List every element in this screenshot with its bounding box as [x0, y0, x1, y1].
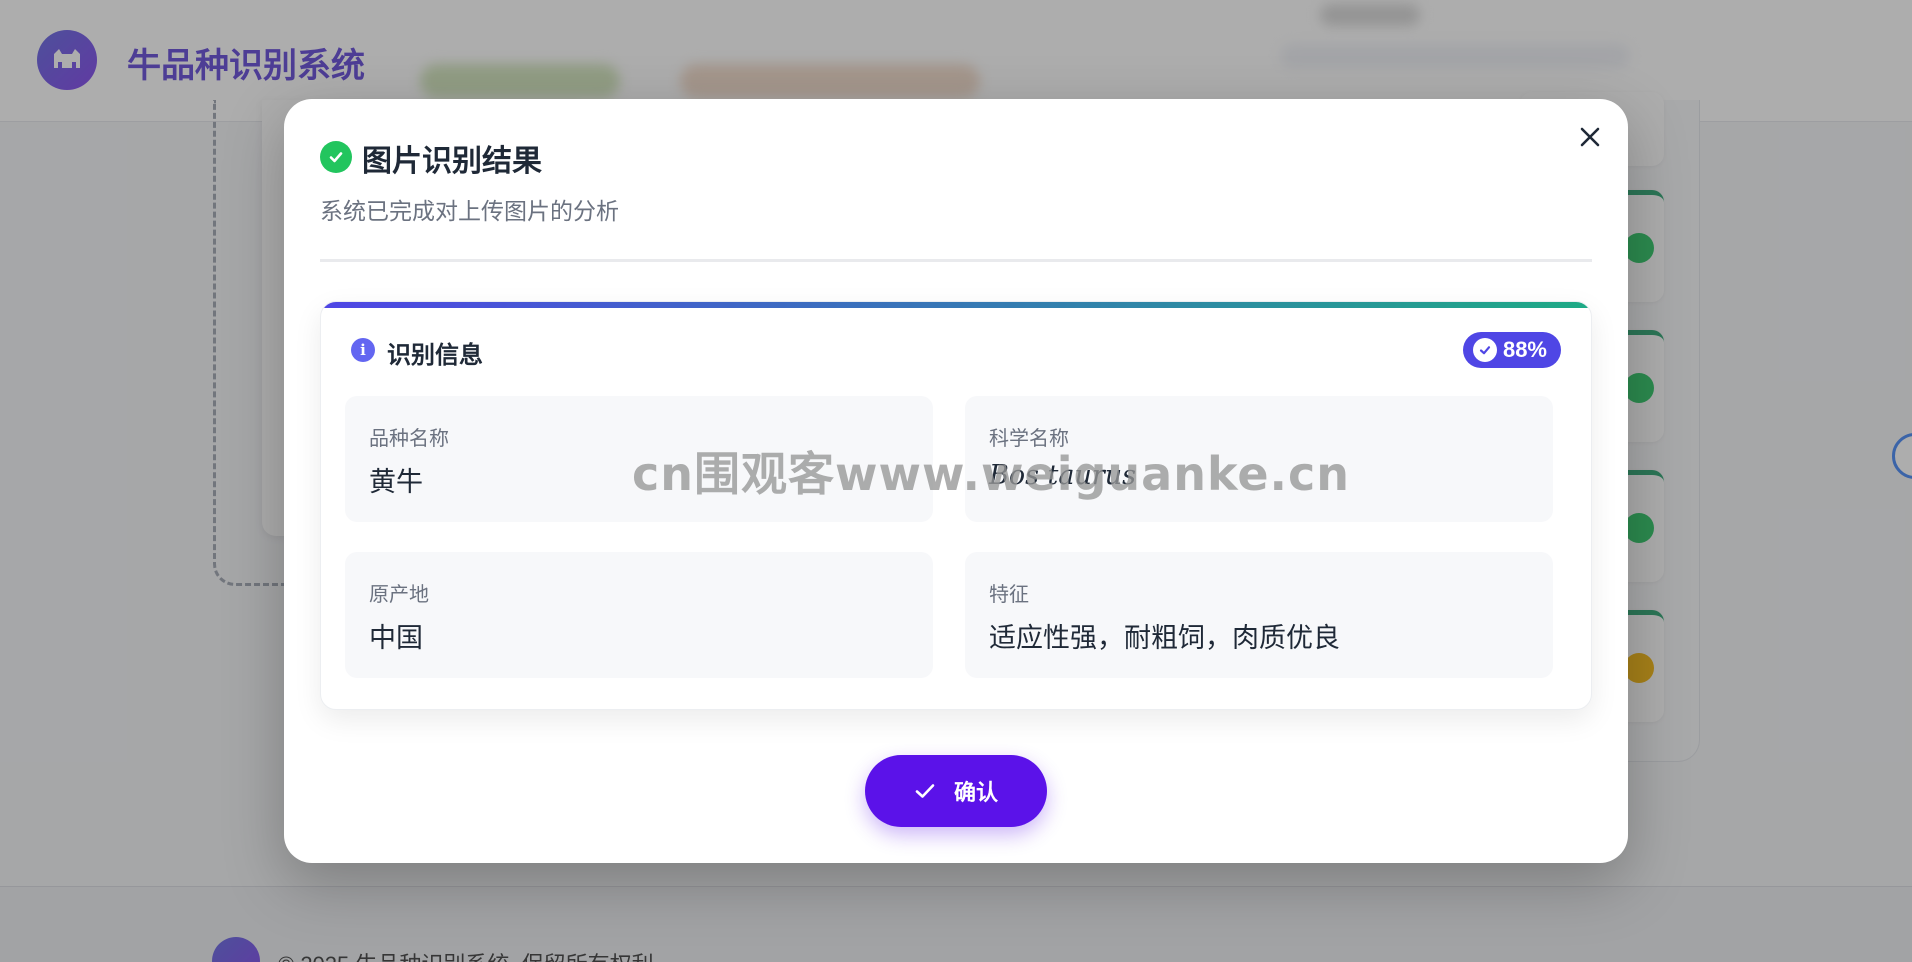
modal-subtitle: 系统已完成对上传图片的分析: [320, 199, 619, 225]
check-icon: [915, 784, 935, 798]
close-icon: [1580, 127, 1600, 147]
field-value: 黄牛: [369, 467, 423, 498]
info-icon: i: [351, 338, 375, 362]
confidence-value: 88%: [1502, 337, 1547, 362]
close-button[interactable]: [1572, 119, 1608, 155]
confidence-badge: 88%: [1462, 332, 1561, 368]
field-label: 品种名称: [369, 426, 449, 450]
success-check-icon: [320, 141, 352, 173]
field-origin: 原产地 中国: [345, 552, 933, 678]
field-value: 适应性强，耐粗饲，肉质优良: [989, 623, 1340, 654]
modal-title: 图片识别结果: [362, 144, 542, 179]
watermark-text: cn围观客www.weiguanke.cn: [632, 447, 1351, 501]
field-characteristics: 特征 适应性强，耐粗饲，肉质优良: [965, 552, 1553, 678]
accent-bar: [321, 302, 1591, 308]
field-value: 中国: [369, 623, 423, 654]
field-label: 原产地: [369, 582, 429, 606]
confirm-label: 确认: [953, 780, 998, 805]
info-card: i 识别信息 88% 品种名称 黄牛 科学名称 Bos taurus 原产地 中…: [320, 301, 1592, 710]
info-section-title: 识别信息: [387, 341, 483, 369]
divider: [320, 259, 1592, 262]
confirm-button[interactable]: 确认: [865, 755, 1047, 827]
check-circle-icon: [1472, 338, 1497, 362]
field-label: 特征: [989, 582, 1029, 606]
